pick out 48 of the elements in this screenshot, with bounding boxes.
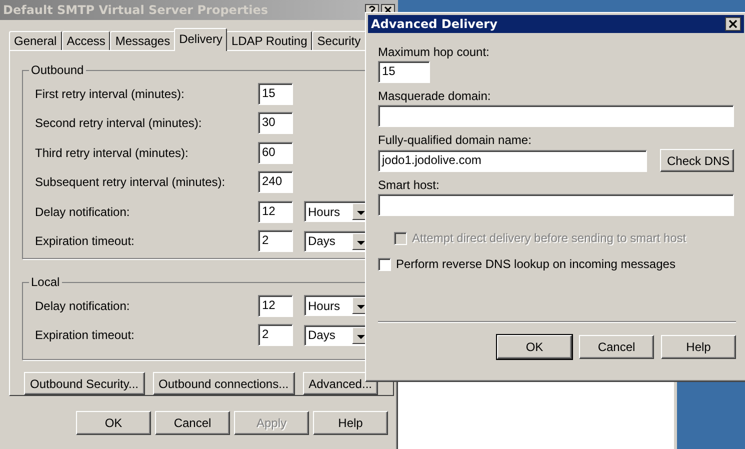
dialog-button[interactable]: Help <box>313 411 388 435</box>
input-field[interactable]: 12 <box>258 294 293 317</box>
input-field[interactable]: 12 <box>258 200 293 223</box>
input-field[interactable]: jodo1.jodolive.com <box>378 150 647 172</box>
dialog-button[interactable]: Help <box>661 335 736 359</box>
field-label: Expiration timeout: <box>35 234 136 248</box>
dialog-button[interactable]: Cancel <box>155 411 230 435</box>
dialog-button[interactable]: Cancel <box>579 335 654 359</box>
tab[interactable]: General <box>9 31 62 50</box>
input-field[interactable]: 15 <box>258 82 293 105</box>
field-label: First retry interval (minutes): <box>35 86 186 101</box>
input-field[interactable]: 2 <box>258 230 293 252</box>
input-field[interactable]: 240 <box>258 171 293 194</box>
tab[interactable]: LDAP Routing <box>226 31 312 50</box>
field-label: Fully-qualified domain name: <box>378 133 532 147</box>
field-label: Maximum hop count: <box>378 45 490 59</box>
field-label: Delay notification: <box>35 204 131 219</box>
field-label: Delay notification: <box>35 298 131 313</box>
checkbox-label: Attempt direct delivery before sending to smart host <box>412 231 686 245</box>
dialog-button[interactable]: OK <box>76 411 151 435</box>
tab[interactable]: Security <box>312 31 366 50</box>
field-label: Second retry interval (minutes): <box>35 116 203 130</box>
tab[interactable]: Access <box>62 31 110 50</box>
tab[interactable]: Messages <box>110 31 176 50</box>
checkbox[interactable] <box>378 258 391 270</box>
tab[interactable]: Delivery <box>174 28 228 51</box>
input-field[interactable]: 15 <box>378 61 430 83</box>
input-field[interactable]: 2 <box>258 324 293 346</box>
group-label: Outbound <box>30 63 85 77</box>
field-label: Masquerade domain: <box>378 89 491 103</box>
push-button[interactable]: Check DNS <box>660 149 734 172</box>
push-button[interactable]: Outbound Security... <box>24 372 145 395</box>
dialog-button[interactable]: OK <box>497 335 572 359</box>
field-label: Subsequent retry interval (minutes): <box>35 175 226 190</box>
checkbox-label: Perform reverse DNS lookup on incoming messages <box>396 257 676 271</box>
window-title: Advanced Delivery <box>371 17 498 31</box>
push-button[interactable]: Outbound connections... <box>152 372 295 395</box>
group-label: Local <box>30 275 61 289</box>
field-label: Expiration timeout: <box>35 328 136 342</box>
field-label: Smart host: <box>378 178 440 192</box>
input-field[interactable] <box>378 194 734 216</box>
close-icon[interactable] <box>725 17 741 31</box>
push-button[interactable]: Advanced... <box>302 372 378 395</box>
field-label: Third retry interval (minutes): <box>35 146 190 160</box>
input-field[interactable]: 60 <box>258 142 293 164</box>
window-title: Default SMTP Virtual Server Properties <box>3 3 269 17</box>
input-field[interactable]: 30 <box>258 112 293 134</box>
input-field[interactable] <box>378 105 734 127</box>
